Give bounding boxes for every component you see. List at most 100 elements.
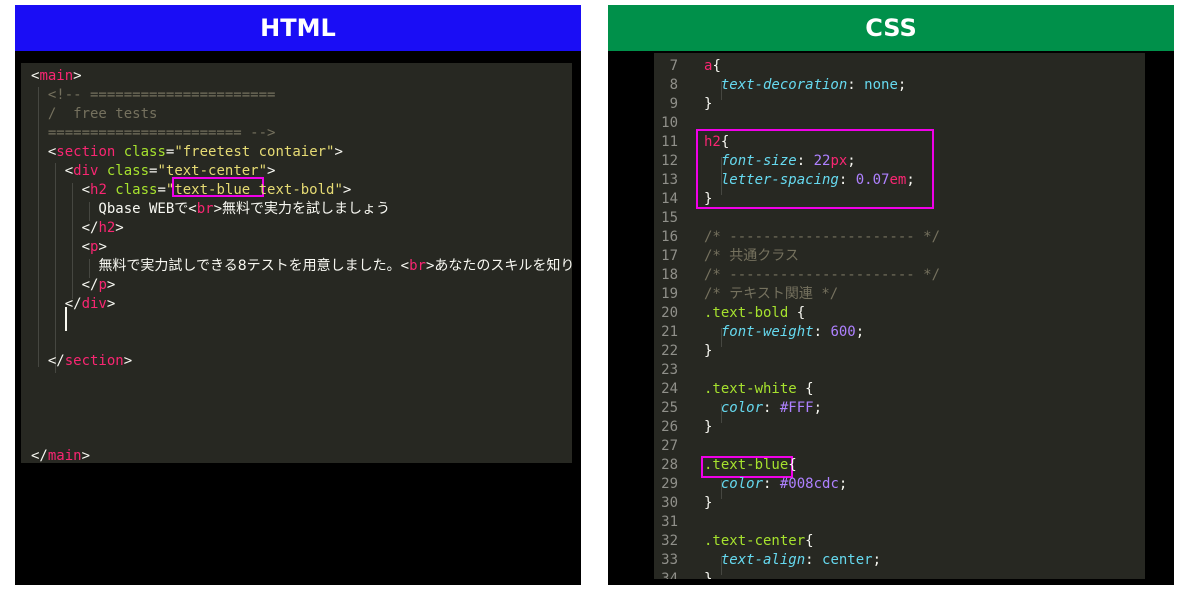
css-code-editor[interactable]: 7 a{8 text-decoration: none; 9} 10 11 h2{12 f… bbox=[654, 53, 1145, 579]
code-line: 27 bbox=[654, 437, 1134, 456]
code-line: 31 bbox=[654, 513, 1134, 532]
code-text: text-align: center; bbox=[704, 551, 881, 570]
code-token: none bbox=[864, 77, 898, 93]
code-token: > bbox=[106, 277, 116, 293]
code-token: section bbox=[56, 144, 116, 160]
code-line: 18 /* ---------------------- */ bbox=[654, 266, 1134, 285]
code-text: .text-center{ bbox=[704, 532, 814, 551]
code-token: < bbox=[31, 239, 91, 255]
code-line: 25 color: #FFF; bbox=[654, 399, 1134, 418]
code-token: "text-center" bbox=[157, 163, 268, 179]
line-number: 23 bbox=[661, 362, 678, 378]
code-line: 32 .text-center{ bbox=[654, 532, 1134, 551]
code-token: br bbox=[409, 258, 426, 274]
code-token: 無料で実力を試しましょう bbox=[222, 201, 391, 217]
code-token: "freetest contaier" bbox=[174, 144, 335, 160]
code-text: color: #008cdc; bbox=[704, 475, 847, 494]
code-text: a{ bbox=[704, 57, 721, 76]
code-token: { bbox=[712, 58, 721, 74]
code-token: /* bbox=[704, 286, 730, 302]
line-number: 9 bbox=[669, 96, 678, 112]
code-token: { bbox=[788, 305, 806, 321]
line-number: 21 bbox=[661, 324, 678, 340]
code-token: px bbox=[830, 153, 848, 169]
code-token: } bbox=[704, 419, 713, 435]
code-token: <!-- ====================== bbox=[31, 87, 276, 103]
code-text: h2{ bbox=[704, 133, 729, 152]
code-token: = bbox=[157, 182, 166, 198]
code-line: 13 letter-spacing: 0.07em; bbox=[654, 171, 1134, 190]
code-token: h2 bbox=[98, 220, 116, 236]
code-line: 15 bbox=[654, 209, 1134, 228]
code-text: } bbox=[704, 95, 712, 114]
line-number: 34 bbox=[661, 571, 678, 579]
code-token: ; bbox=[855, 324, 865, 340]
line-number: 33 bbox=[661, 552, 678, 568]
code-token: main bbox=[39, 68, 74, 84]
code-token: > bbox=[115, 220, 124, 236]
code-text: } bbox=[704, 190, 712, 209]
code-token: } bbox=[704, 571, 713, 579]
code-text: font-weight: 600; bbox=[704, 323, 864, 342]
code-token: </ bbox=[31, 220, 99, 236]
code-line: 24 .text-white { bbox=[654, 380, 1134, 399]
line-number: 19 bbox=[661, 286, 678, 302]
code-token: 22 bbox=[813, 153, 831, 169]
code-token: テキスト関連 bbox=[729, 286, 813, 302]
code-token: h2 bbox=[90, 182, 107, 198]
code-text: /* テキスト関連 */ bbox=[704, 285, 838, 304]
code-token: ; bbox=[813, 400, 823, 416]
code-text: /* 共通クラス bbox=[704, 247, 799, 266]
code-token: > bbox=[98, 239, 107, 255]
code-line: 23 bbox=[654, 361, 1134, 380]
code-token: br bbox=[196, 201, 214, 217]
code-token: ; bbox=[872, 552, 882, 568]
line-number: 27 bbox=[661, 438, 678, 454]
code-line: 30} bbox=[654, 494, 1134, 513]
html-code-editor[interactable]: <main> <!-- ====================== / fre… bbox=[21, 63, 572, 463]
code-token: ; bbox=[838, 476, 848, 492]
code-line: </p> bbox=[31, 276, 116, 295]
code-line: <main> bbox=[31, 67, 82, 86]
code-token: #008cdc bbox=[779, 476, 839, 492]
code-token: } bbox=[704, 96, 713, 112]
code-token: < bbox=[400, 258, 410, 274]
html-panel-title: HTML bbox=[15, 5, 581, 51]
line-number: 28 bbox=[661, 457, 678, 473]
code-token: > bbox=[342, 182, 352, 198]
code-token: 無料で実力試しできる8テストを用意しました。 bbox=[98, 258, 401, 274]
code-token: .text-center bbox=[704, 533, 806, 549]
line-number: 20 bbox=[661, 305, 678, 321]
code-token: { bbox=[788, 457, 797, 473]
line-number: 31 bbox=[661, 514, 678, 530]
code-line: 8 text-decoration: none; bbox=[654, 76, 1134, 95]
code-line: 16 /* ---------------------- */ bbox=[654, 228, 1134, 247]
code-line: <div class="text-center"> bbox=[31, 162, 276, 181]
code-token: ======================= --> bbox=[31, 125, 276, 141]
code-line: <section class="freetest contaier"> bbox=[31, 143, 343, 162]
code-token: class bbox=[98, 163, 150, 179]
line-number: 18 bbox=[661, 267, 678, 283]
code-token: < bbox=[31, 182, 91, 198]
code-text: /* ---------------------- */ bbox=[704, 228, 940, 247]
code-token: "text-blue text-bold" bbox=[165, 182, 343, 198]
code-token: } bbox=[704, 191, 713, 207]
code-token: h2 bbox=[704, 134, 721, 150]
line-number: 25 bbox=[661, 400, 678, 416]
html-panel: HTML <main> <!-- ====================== … bbox=[15, 5, 581, 585]
code-text: letter-spacing: 0.07em; bbox=[704, 171, 915, 190]
code-text: } bbox=[704, 418, 712, 437]
code-token: > bbox=[73, 68, 82, 84]
code-token: : bbox=[838, 172, 856, 188]
code-text: color: #FFF; bbox=[704, 399, 822, 418]
code-token: > bbox=[213, 201, 223, 217]
code-token: : bbox=[796, 153, 814, 169]
code-token: /* ---------------------- */ bbox=[704, 267, 941, 283]
code-token: center bbox=[822, 552, 873, 568]
line-number: 32 bbox=[661, 533, 678, 549]
code-token: font-size bbox=[720, 153, 797, 169]
code-token: : bbox=[813, 324, 831, 340]
